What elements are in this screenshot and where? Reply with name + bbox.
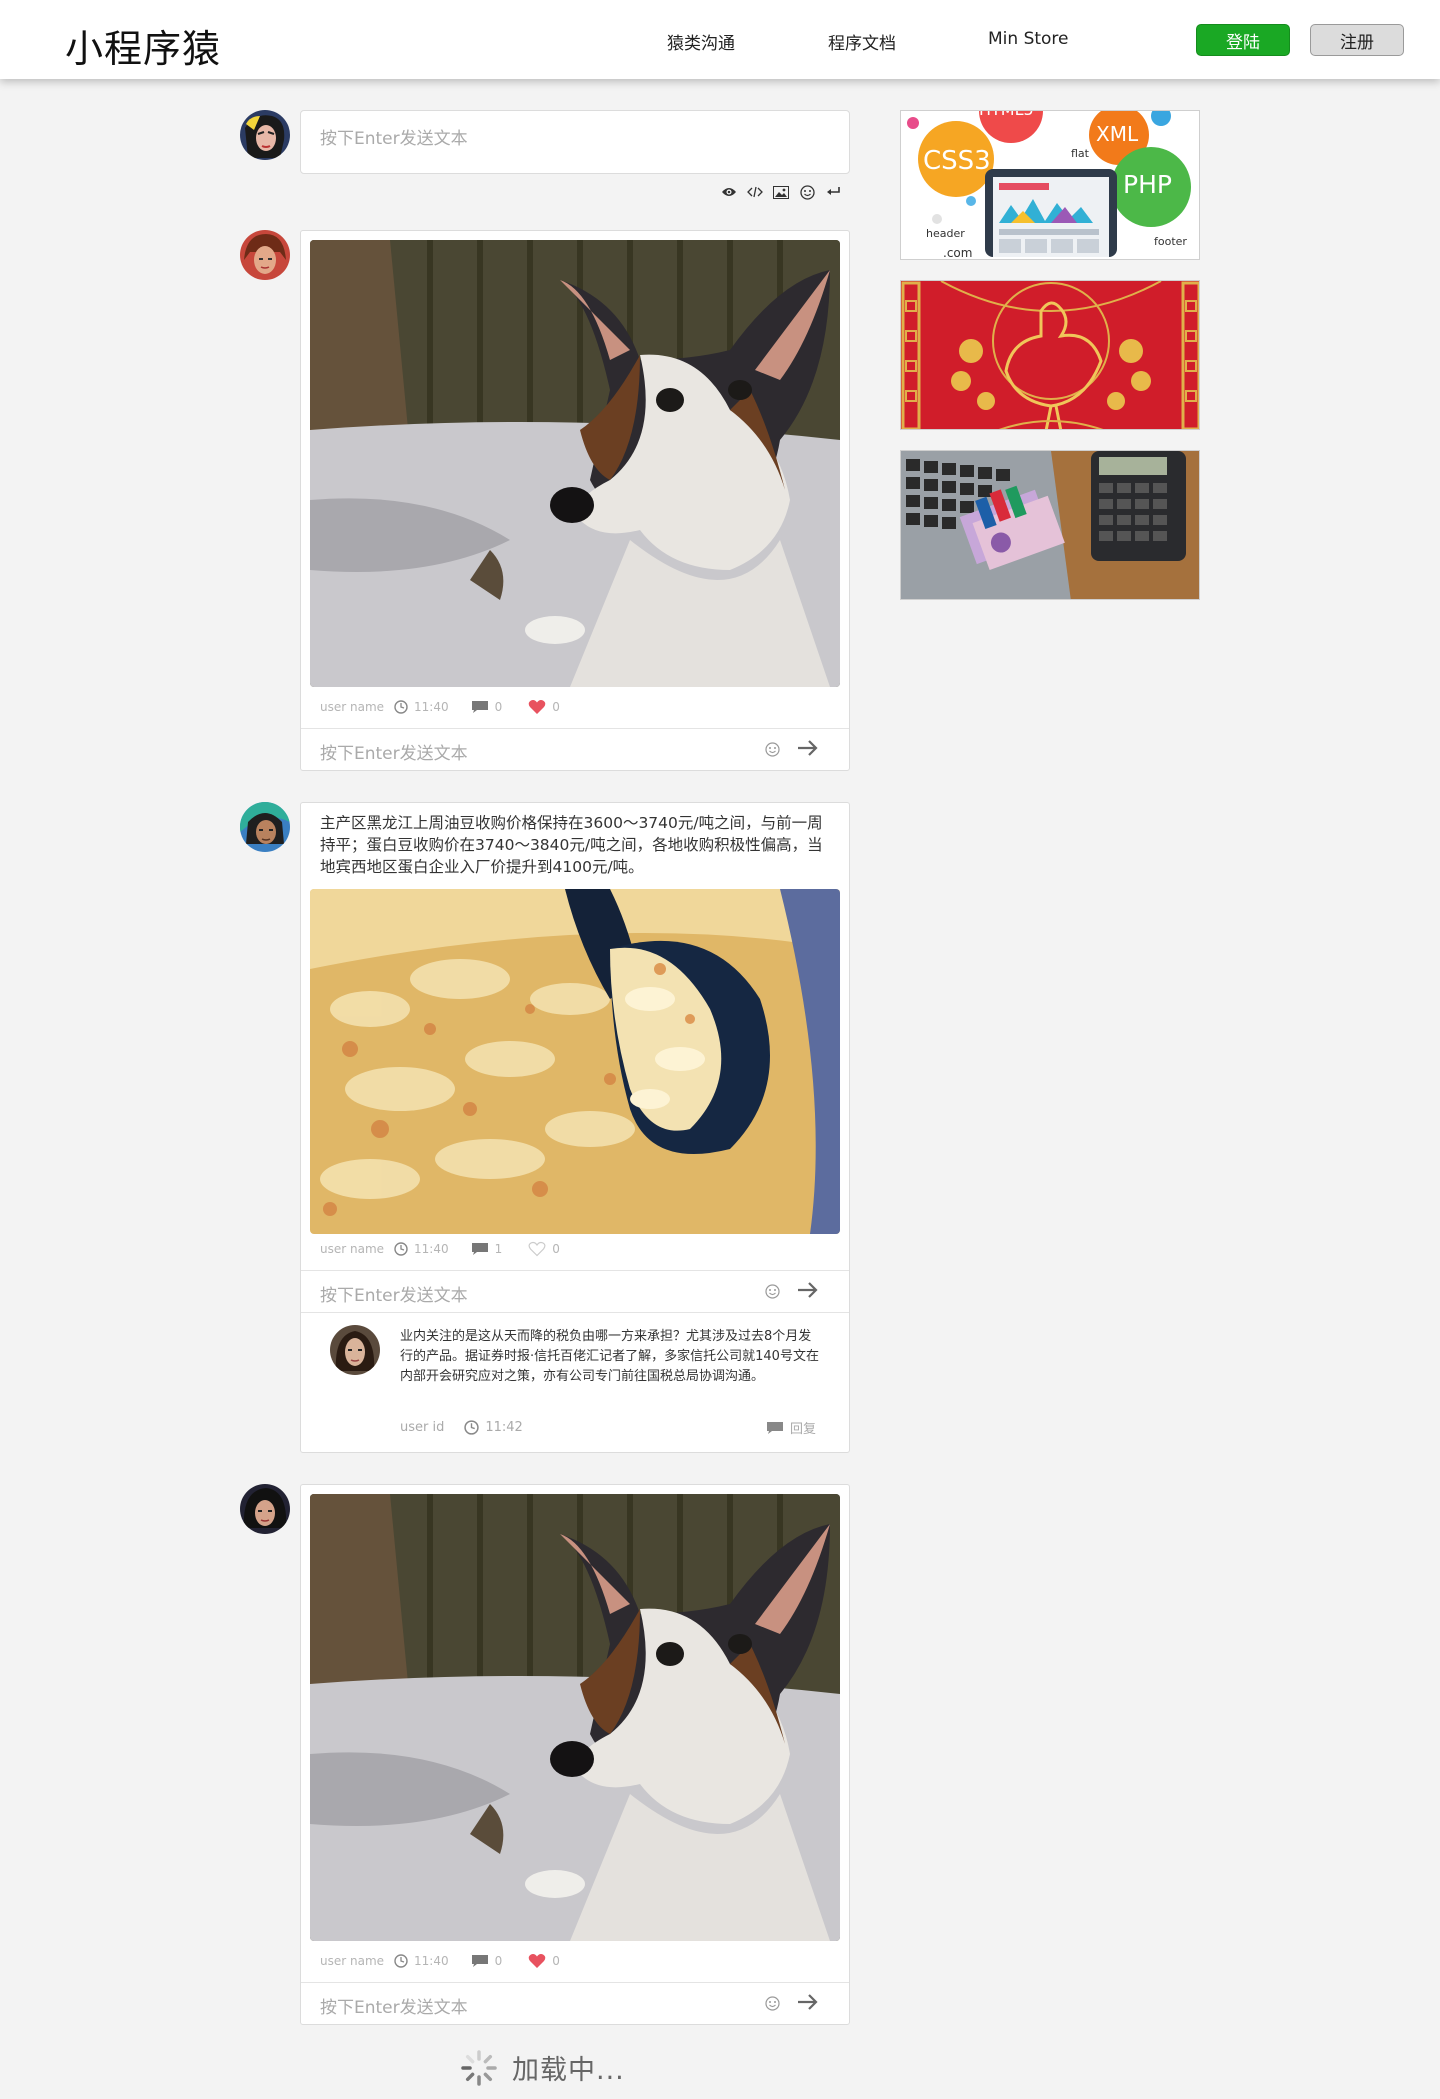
reply-item: 业内关注的是这从天而降的税负由哪一方来承担？尤其涉及过去8个月发行的产品。据证券… xyxy=(301,1312,849,1446)
heart-outline-icon[interactable] xyxy=(528,1241,546,1257)
emoji-icon[interactable] xyxy=(765,742,780,762)
send-arrow-icon[interactable] xyxy=(797,739,819,762)
emoji-icon[interactable] xyxy=(798,184,816,200)
reply-author-avatar[interactable] xyxy=(330,1325,380,1375)
post-image[interactable] xyxy=(310,889,840,1234)
like-count: 0 xyxy=(552,1954,560,1968)
compose-input[interactable]: 按下Enter发送文本 xyxy=(300,110,850,174)
post-image[interactable] xyxy=(310,1494,840,1941)
comment-placeholder: 按下Enter发送文本 xyxy=(320,1286,468,1306)
top-header: 小程序猿 猿类沟通 程序文档 Min Store 登陆 注册 xyxy=(0,0,1440,79)
post-text: 主产区黑龙江上周油豆收购价格保持在3600～3740元/吨之间，与前一周持平；蛋… xyxy=(320,814,823,876)
comment-input[interactable]: 按下Enter发送文本 xyxy=(301,728,849,770)
spinner-icon xyxy=(460,2049,498,2087)
ad-word-com: .com xyxy=(943,246,972,260)
post-time: 11:40 xyxy=(414,1242,449,1256)
clock-icon xyxy=(394,1954,408,1968)
post-meta: user name 11:40 0 0 xyxy=(320,699,564,715)
reply-meta: user id 11:42 回复 xyxy=(400,1418,820,1437)
reply-time: 11:42 xyxy=(485,1420,523,1435)
ad-word-css3: CSS3 xyxy=(923,146,991,176)
compose-placeholder: 按下Enter发送文本 xyxy=(320,129,468,149)
post-image[interactable] xyxy=(310,240,840,687)
emoji-icon[interactable] xyxy=(765,1284,780,1304)
clock-icon xyxy=(394,700,408,714)
loading-text: 加载中... xyxy=(512,2055,625,2086)
comment-icon[interactable] xyxy=(471,1242,489,1256)
post-author-avatar[interactable] xyxy=(240,230,290,280)
clock-icon xyxy=(394,1242,408,1256)
comment-icon[interactable] xyxy=(471,700,489,714)
ad-banner-web-tech[interactable]: HTML5 CSS3 XML PHP flat header footer .c… xyxy=(900,110,1200,260)
post-time: 11:40 xyxy=(414,1954,449,1968)
post-card: user name 11:40 0 0 按下Enter发送文本 xyxy=(300,1484,850,2025)
eye-icon[interactable] xyxy=(720,184,738,200)
comment-input[interactable]: 按下Enter发送文本 xyxy=(301,1982,849,2024)
post-card: 主产区黑龙江上周油豆收购价格保持在3600～3740元/吨之间，与前一周持平；蛋… xyxy=(300,802,850,1453)
reply-button[interactable]: 回复 xyxy=(790,1418,816,1437)
ad-word-html5: HTML5 xyxy=(979,111,1034,119)
like-count: 0 xyxy=(552,700,560,714)
ad-word-flat: flat xyxy=(1071,147,1090,160)
comment-count: 0 xyxy=(494,700,503,714)
comment-count: 0 xyxy=(494,1954,503,1968)
ad-word-xml: XML xyxy=(1096,122,1139,146)
post-meta: user name 11:40 0 0 xyxy=(320,1953,564,1969)
heart-filled-icon[interactable] xyxy=(528,1953,546,1969)
ad-word-header: header xyxy=(926,227,965,240)
post-card: user name 11:40 0 0 按下Enter发送文本 xyxy=(300,230,850,771)
comment-placeholder: 按下Enter发送文本 xyxy=(320,1998,468,2018)
post-time: 11:40 xyxy=(414,700,449,714)
ad-banner-finance[interactable] xyxy=(900,450,1200,600)
reply-username[interactable]: user id xyxy=(400,1420,444,1435)
send-arrow-icon[interactable] xyxy=(797,1281,819,1304)
post-username[interactable]: user name xyxy=(320,700,384,714)
heart-filled-icon[interactable] xyxy=(528,699,546,715)
post-username[interactable]: user name xyxy=(320,1954,384,1968)
nav-item-community[interactable]: 猿类沟通 xyxy=(667,29,735,54)
like-count: 0 xyxy=(552,1242,560,1256)
login-button[interactable]: 登陆 xyxy=(1196,24,1290,56)
nav-item-min-store[interactable]: Min Store xyxy=(988,29,1069,49)
ad-banner-rooster[interactable] xyxy=(900,280,1200,430)
comment-icon[interactable] xyxy=(766,1421,784,1435)
comment-placeholder: 按下Enter发送文本 xyxy=(320,744,468,764)
post-meta: user name 11:40 1 0 xyxy=(320,1241,564,1257)
post-author-avatar[interactable] xyxy=(240,1484,290,1534)
site-logo[interactable]: 小程序猿 xyxy=(65,18,221,73)
code-icon[interactable] xyxy=(746,184,764,200)
ad-word-footer: footer xyxy=(1154,235,1187,248)
post-username[interactable]: user name xyxy=(320,1242,384,1256)
nav-item-docs[interactable]: 程序文档 xyxy=(828,29,896,54)
send-arrow-icon[interactable] xyxy=(797,1993,819,2016)
ad-word-php: PHP xyxy=(1123,170,1172,199)
image-icon[interactable] xyxy=(772,184,790,200)
comment-count: 1 xyxy=(494,1242,503,1256)
enter-icon[interactable] xyxy=(824,184,842,200)
comment-input[interactable]: 按下Enter发送文本 xyxy=(301,1270,849,1312)
comment-icon[interactable] xyxy=(471,1954,489,1968)
clock-icon xyxy=(464,1420,480,1435)
compose-toolbar xyxy=(720,184,842,200)
post-author-avatar[interactable] xyxy=(240,802,290,852)
current-user-avatar[interactable] xyxy=(240,110,290,160)
reply-text: 业内关注的是这从天而降的税负由哪一方来承担？尤其涉及过去8个月发行的产品。据证券… xyxy=(400,1329,819,1384)
emoji-icon[interactable] xyxy=(765,1996,780,2016)
loading-indicator: 加载中... xyxy=(460,2048,625,2087)
register-button[interactable]: 注册 xyxy=(1310,24,1404,56)
